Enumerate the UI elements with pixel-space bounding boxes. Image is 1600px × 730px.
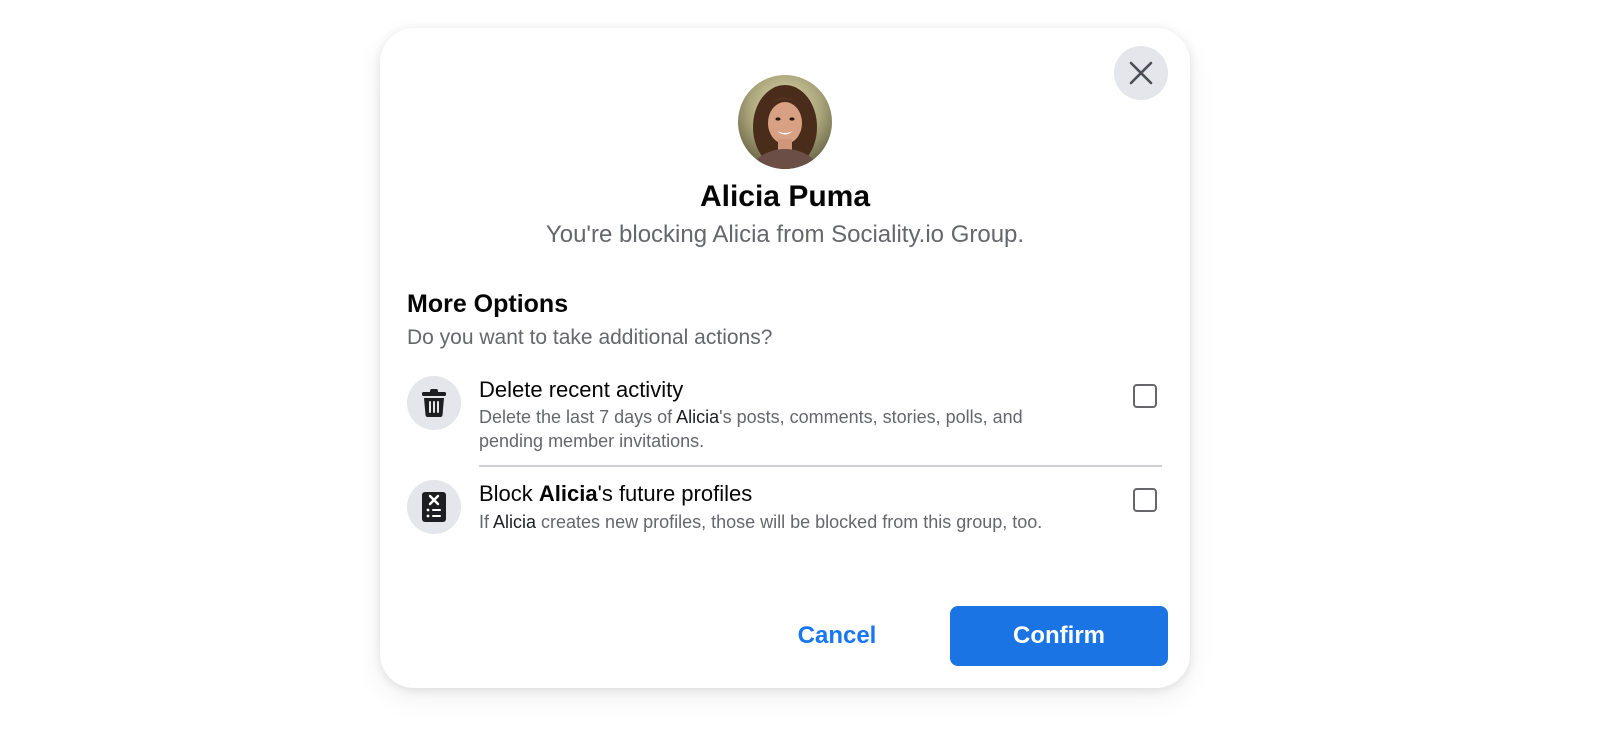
more-options-heading: More Options xyxy=(407,290,569,318)
block-future-profiles-checkbox[interactable] xyxy=(1133,488,1157,512)
option-icon-container xyxy=(407,376,461,430)
option-title-delete-activity: Delete recent activity xyxy=(479,377,684,402)
block-member-dialog: Alicia Puma You're blocking Alicia from … xyxy=(380,28,1190,688)
option-desc-delete-activity: Delete the last 7 days of Alicia's posts… xyxy=(479,407,1023,451)
more-options-subtitle: Do you want to take additional actions? xyxy=(407,326,773,349)
close-icon xyxy=(1129,61,1153,85)
option-icon-container xyxy=(407,480,461,534)
close-button[interactable] xyxy=(1114,46,1168,100)
option-title-block-future-profiles: Block Alicia's future profiles xyxy=(479,481,753,506)
cancel-button[interactable]: Cancel xyxy=(772,606,902,666)
avatar xyxy=(738,75,832,169)
trash-icon xyxy=(422,389,446,417)
member-name: Alicia Puma xyxy=(699,180,871,213)
option-desc-block-future-profiles: If Alicia creates new profiles, those wi… xyxy=(479,512,1043,532)
delete-activity-checkbox[interactable] xyxy=(1133,384,1157,408)
block-profile-icon xyxy=(422,492,446,522)
confirm-button[interactable]: Confirm xyxy=(950,606,1168,666)
divider xyxy=(479,465,1162,467)
block-notice: You're blocking Alicia from Sociality.io… xyxy=(545,221,1025,248)
